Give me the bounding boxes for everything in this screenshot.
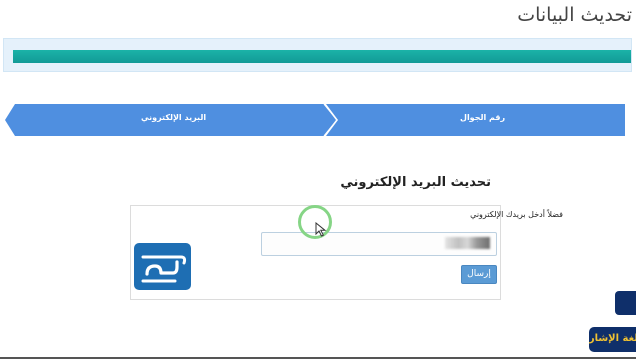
send-button[interactable]: إرسال (461, 265, 497, 284)
sign-language-label: لغة الإشارة (589, 333, 636, 344)
step-phone[interactable]: رقم الجوال (460, 113, 505, 122)
logo-mark-icon (141, 255, 187, 283)
section-title: تحديث البريد الإلكتروني (340, 175, 491, 190)
site-logo (134, 243, 191, 290)
mouse-cursor-icon (315, 222, 327, 237)
step-email[interactable]: البريد الإلكتروني (141, 113, 206, 122)
progress-container (3, 38, 632, 72)
progress-bar (13, 50, 631, 63)
steps-arrow-shapes (5, 104, 625, 136)
blurred-email-value (445, 237, 490, 249)
steps-bar: رقم الجوال البريد الإلكتروني (0, 104, 636, 136)
sign-language-button[interactable]: لغة الإشارة (589, 327, 636, 352)
page-title: تحديث البيانات (517, 4, 632, 26)
bottom-divider (0, 357, 636, 359)
side-widget-button[interactable] (615, 291, 636, 315)
email-label: فضلاً أدخل بريدك الإلكتروني (470, 210, 563, 219)
